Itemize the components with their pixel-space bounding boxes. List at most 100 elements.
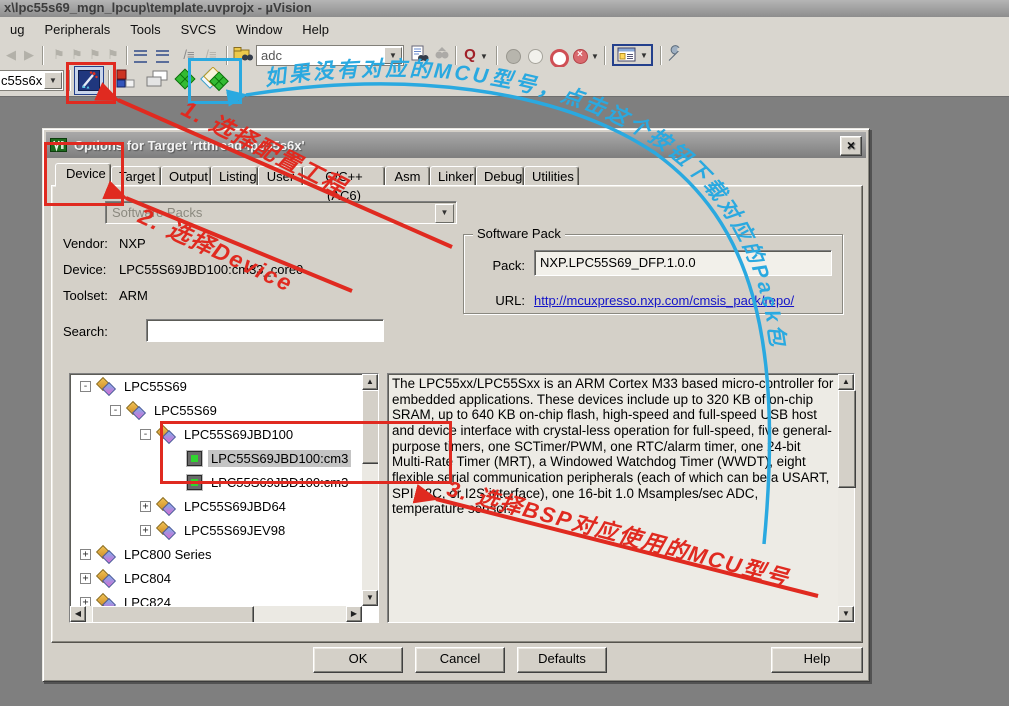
help-button[interactable]: Help — [771, 647, 863, 673]
tree-item[interactable]: -LPC55S69 — [70, 398, 362, 422]
tree-expander[interactable]: + — [140, 525, 151, 536]
doc-find-icon[interactable] — [410, 45, 429, 64]
description-vscroll-thumb[interactable] — [838, 390, 856, 488]
configure-window-button[interactable]: ▼ — [612, 44, 653, 66]
tree-item[interactable]: +LPC55S69JEV98 — [70, 518, 362, 542]
screen: { "window": { "title": "x\\lpc55s69_mgn_… — [0, 0, 1009, 706]
target-select-combobox[interactable]: c55s6x ▼ — [0, 70, 64, 91]
build-cubes-icon[interactable] — [114, 68, 138, 90]
pack-url-link[interactable]: http://mcuxpresso.nxp.com/cmsis_pack/rep… — [534, 293, 794, 308]
tree-item[interactable]: +LPC800 Series — [70, 542, 362, 566]
tab-user[interactable]: User — [258, 166, 303, 186]
dialog-tabs: Device Target Output Listing User C/C++ … — [55, 162, 579, 186]
device-family-icon — [97, 570, 115, 586]
ok-button[interactable]: OK — [313, 647, 403, 673]
find-text-combobox[interactable]: adc ▼ — [256, 45, 404, 66]
find-next-icon[interactable] — [433, 45, 451, 63]
description-vscrollbar[interactable]: ▲ ▼ — [838, 374, 854, 622]
tree-vscrollbar[interactable]: ▲ ▼ — [362, 374, 378, 606]
search-input[interactable] — [146, 319, 384, 342]
menu-help[interactable]: Help — [292, 19, 339, 40]
configure-window-icon — [617, 47, 637, 63]
quick-find-icon[interactable]: Q — [461, 45, 479, 65]
bookmark-icon[interactable]: ⚑ — [50, 45, 68, 65]
scroll-down-icon[interactable]: ▼ — [362, 590, 378, 606]
cancel-button[interactable]: Cancel — [415, 647, 505, 673]
tree-item[interactable]: +LPC55S69JBD64 — [70, 494, 362, 518]
vendor-value: NXP — [119, 236, 146, 251]
pack-installer-icon[interactable] — [202, 67, 232, 95]
breakpoint-dropdown-icon[interactable]: ▼ — [590, 47, 600, 67]
toolbar-separator — [42, 46, 44, 65]
menu-tools[interactable]: Tools — [120, 19, 170, 40]
defaults-button[interactable]: Defaults — [517, 647, 607, 673]
tree-vscroll-thumb[interactable] — [362, 390, 379, 464]
breakpoint-gray-icon[interactable] — [506, 49, 521, 64]
device-family-icon — [157, 426, 175, 442]
quick-find-dropdown-icon[interactable]: ▼ — [479, 47, 489, 67]
tree-expander[interactable]: - — [140, 429, 151, 440]
find-in-files-icon[interactable] — [233, 45, 253, 63]
indent-left-icon[interactable] — [134, 50, 147, 63]
tab-linker[interactable]: Linker — [430, 166, 476, 186]
tree-expander[interactable]: + — [80, 549, 91, 560]
tree-item[interactable]: LPC55S69JBD100:cm3 — [70, 470, 362, 494]
tree-item[interactable]: +LPC824 — [70, 590, 362, 606]
tree-expander[interactable]: + — [80, 597, 91, 607]
scroll-left-icon[interactable]: ◀ — [70, 606, 86, 622]
options-for-target-button[interactable] — [74, 66, 104, 95]
tree-item[interactable]: +LPC804 — [70, 566, 362, 590]
software-packs-value: Software Packs — [112, 205, 202, 220]
tree-expander[interactable]: + — [140, 501, 151, 512]
tab-c-cpp[interactable]: C/C++ (AC6) — [303, 166, 385, 186]
tab-target[interactable]: Target — [111, 166, 161, 186]
url-label: URL: — [475, 293, 525, 308]
software-packs-dropdown-icon[interactable]: ▼ — [435, 204, 454, 223]
toolbar-separator — [126, 46, 128, 65]
tab-debug[interactable]: Debug — [476, 166, 524, 186]
scroll-down-icon[interactable]: ▼ — [838, 606, 854, 622]
configure-window-dropdown-icon[interactable]: ▼ — [640, 51, 648, 60]
batch-windows-icon[interactable] — [144, 68, 170, 90]
menu-peripherals[interactable]: Peripherals — [34, 19, 120, 40]
scroll-right-icon[interactable]: ▶ — [346, 606, 362, 622]
tab-utilities[interactable]: Utilities — [524, 166, 579, 186]
tree-expander[interactable]: + — [80, 573, 91, 584]
scroll-up-icon[interactable]: ▲ — [362, 374, 378, 390]
indent-right-icon[interactable] — [156, 50, 169, 63]
tree-expander[interactable]: - — [110, 405, 121, 416]
tree-hscroll-thumb[interactable] — [92, 606, 254, 623]
bookmark-clear-icon[interactable]: ⚑ — [104, 45, 122, 65]
wrench-icon[interactable] — [666, 45, 684, 63]
tab-asm[interactable]: Asm — [385, 166, 430, 186]
uvision-logo-icon — [50, 138, 68, 153]
tab-output[interactable]: Output — [161, 166, 211, 186]
scroll-up-icon[interactable]: ▲ — [838, 374, 854, 390]
uncomment-icon[interactable]: /≡ — [202, 45, 220, 65]
manage-rte-icon[interactable] — [172, 66, 198, 92]
menu-debug-partial[interactable]: ug — [0, 19, 34, 40]
bookmark-prev-icon[interactable]: ⚑ — [68, 45, 86, 65]
comment-icon[interactable]: /≡ — [180, 45, 198, 65]
breakpoint-white-icon[interactable] — [528, 49, 543, 64]
tree-item[interactable]: -LPC55S69JBD100 — [70, 422, 362, 446]
tree-item-selected[interactable]: LPC55S69JBD100:cm3 — [70, 446, 362, 470]
menu-svcs[interactable]: SVCS — [171, 19, 226, 40]
breakpoint-enable-icon[interactable] — [550, 49, 569, 68]
bookmark-next-icon[interactable]: ⚑ — [86, 45, 104, 65]
menu-window[interactable]: Window — [226, 19, 292, 40]
tree-expander[interactable]: - — [80, 381, 91, 392]
dialog-close-button[interactable]: × — [840, 136, 862, 156]
find-text-dropdown-icon[interactable]: ▼ — [384, 47, 402, 64]
tab-listing[interactable]: Listing — [211, 166, 258, 186]
pack-name-field: NXP.LPC55S69_DFP.1.0.0 — [534, 250, 832, 276]
window-titlebar: x\lpc55s69_mgn_lpcup\template.uvprojx - … — [0, 0, 1009, 17]
tab-device[interactable]: Device — [55, 163, 111, 187]
window-title: x\lpc55s69_mgn_lpcup\template.uvprojx - … — [4, 0, 312, 15]
nav-back-icon[interactable]: ◀ — [2, 45, 20, 65]
breakpoint-kill-icon[interactable] — [573, 49, 588, 64]
target-select-dropdown-icon[interactable]: ▼ — [44, 72, 62, 89]
tree-hscrollbar[interactable]: ◀ ▶ — [70, 606, 362, 622]
tree-item[interactable]: -LPC55S69 — [70, 374, 362, 398]
nav-forward-icon[interactable]: ▶ — [20, 45, 38, 65]
